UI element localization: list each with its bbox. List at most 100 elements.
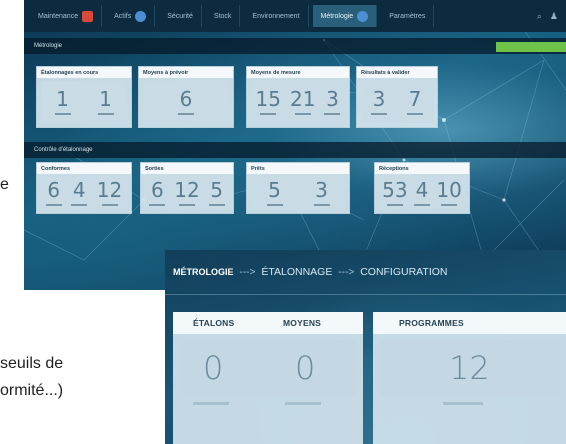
stat: 12 — [174, 178, 200, 206]
nav-item-maintenance[interactable]: Maintenance — [30, 5, 103, 27]
stat: 12 — [97, 180, 122, 206]
stat: 10 — [436, 178, 462, 206]
card-values: 6 — [143, 81, 229, 123]
stat: 5 — [266, 178, 283, 206]
stat: 4 — [71, 178, 88, 206]
stat-value: 3 — [315, 178, 328, 202]
section-title: Métrologie — [34, 43, 63, 49]
section-title: Contrôle d'étalonnage — [34, 147, 93, 153]
etalons-moyens-card[interactable]: ÉTALONS MOYENS 0 0 — [173, 312, 363, 444]
nav-item-actifs[interactable]: Actifs — [106, 5, 156, 27]
card-values: 12 — [379, 340, 560, 396]
stat-label — [285, 402, 321, 405]
stat-label — [386, 204, 403, 206]
stat-label — [54, 113, 71, 115]
dashboard-screenshot: Maintenance Actifs Sécurité Stock Enviro… — [24, 0, 566, 290]
stat-label — [193, 402, 229, 405]
stat-value: 12 — [174, 178, 200, 202]
nav-item-metrologie[interactable]: Métrologie — [312, 5, 378, 27]
count-badge-icon — [357, 10, 369, 22]
nav-label: Maintenance — [38, 12, 79, 20]
moyens-label: MOYENS — [283, 318, 322, 328]
stat-value: 6 — [47, 178, 61, 202]
search-icon[interactable]: ⌕ — [537, 11, 542, 22]
stat-value: 10 — [436, 178, 462, 202]
stat: 6 — [178, 89, 194, 115]
nav-label: Métrologie — [320, 12, 354, 20]
card-values: 6 12 5 — [145, 177, 229, 209]
etalons-label: ÉTALONS — [193, 318, 235, 328]
section-header-controle: Contrôle d'étalonnage — [24, 142, 566, 158]
card-values: 0 0 — [179, 340, 357, 396]
divider — [165, 294, 566, 295]
card-title: Moyens à prévoir — [139, 67, 233, 78]
programmes-value: 12 — [449, 349, 490, 387]
stat: 15 — [256, 89, 281, 115]
stat-label — [178, 204, 195, 206]
metric-card[interactable]: Réceptions 53 4 10 — [374, 162, 470, 214]
stat-value: 4 — [415, 178, 429, 202]
moyens-value: 0 — [295, 349, 316, 387]
section-header-metrologie: Métrologie — [24, 38, 566, 54]
page-text-fragment: e — [0, 176, 9, 193]
count-badge-icon — [135, 10, 147, 22]
card-title: Résultats à valider — [357, 67, 437, 78]
top-navigation-bar: Maintenance Actifs Sécurité Stock Enviro… — [24, 0, 566, 32]
stat: 3 — [313, 178, 330, 206]
stat-label — [443, 402, 483, 405]
stat-label — [149, 204, 166, 206]
stat-value: 7 — [408, 87, 422, 111]
stat: 6 — [45, 178, 62, 206]
stat-label — [441, 204, 458, 206]
nav-item-parametres[interactable]: Paramètres — [381, 5, 435, 27]
action-button[interactable] — [496, 42, 566, 52]
stat-value: 6 — [179, 87, 193, 111]
page-text-line: ormité...) — [0, 382, 64, 399]
stat-label — [97, 113, 114, 115]
nav-item-securite[interactable]: Sécurité — [159, 5, 202, 27]
stat-label — [266, 204, 283, 206]
stat-value: 5 — [268, 178, 281, 202]
stat: 1 — [54, 87, 71, 115]
breadcrumb-item-configuration[interactable]: CONFIGURATION — [360, 266, 447, 278]
top-right-tools: ⌕ ♟ — [537, 11, 566, 22]
page-text-line: seuils de — [0, 355, 64, 372]
stat-value: 1 — [56, 87, 69, 111]
nav-item-stock[interactable]: Stock — [206, 5, 241, 27]
metric-card[interactable]: Conformes 6 4 12 — [36, 162, 132, 214]
nav-label: Environnement — [252, 12, 300, 20]
stat-label — [407, 113, 423, 115]
stat-label — [260, 113, 277, 115]
card-title: Réceptions — [375, 163, 469, 174]
programmes-card[interactable]: PROGRAMMES 12 — [373, 312, 566, 444]
breadcrumb-item-metrologie[interactable]: MÉTROLOGIE — [173, 267, 234, 277]
metric-card[interactable]: Résultats à valider 3 7 — [356, 66, 438, 128]
stat-value: 53 — [382, 178, 408, 202]
stat-label — [101, 204, 118, 206]
nav-label: Sécurité — [167, 12, 193, 20]
stat-value: 6 — [151, 178, 164, 202]
card-title: Sorties — [141, 163, 233, 174]
stat-value: 15 — [255, 87, 281, 111]
stat: 3 — [371, 89, 387, 115]
metric-card[interactable]: Moyens à prévoir 6 — [138, 66, 234, 128]
user-icon[interactable]: ♟ — [550, 11, 558, 22]
stat: 6 — [149, 178, 166, 206]
metric-card[interactable]: Étalonnages en cours 1 1 — [36, 66, 132, 128]
stat-value: 3 — [372, 87, 386, 111]
card-values: 1 1 — [41, 81, 127, 123]
metric-card[interactable]: Sorties 6 12 5 — [140, 162, 234, 214]
card-title: Moyens de mesure — [247, 67, 349, 78]
metric-card[interactable]: Moyens de mesure 15 21 3 — [246, 66, 350, 128]
breadcrumb-item-etalonnage[interactable]: ÉTALONNAGE — [261, 266, 332, 278]
breadcrumb: MÉTROLOGIE ---> ÉTALONNAGE ---> CONFIGUR… — [173, 266, 448, 278]
stat-value: 3 — [326, 87, 339, 111]
stat-value: 12 — [96, 178, 123, 202]
stat-label — [313, 204, 330, 206]
metric-card[interactable]: Prêts 5 3 — [246, 162, 350, 214]
stat-value: 4 — [72, 178, 86, 202]
nav-item-environnement[interactable]: Environnement — [244, 5, 309, 27]
stat: 53 — [382, 178, 408, 206]
card-title: Étalonnages en cours — [37, 67, 131, 78]
zoomed-detail-screenshot: MÉTROLOGIE ---> ÉTALONNAGE ---> CONFIGUR… — [165, 250, 566, 444]
